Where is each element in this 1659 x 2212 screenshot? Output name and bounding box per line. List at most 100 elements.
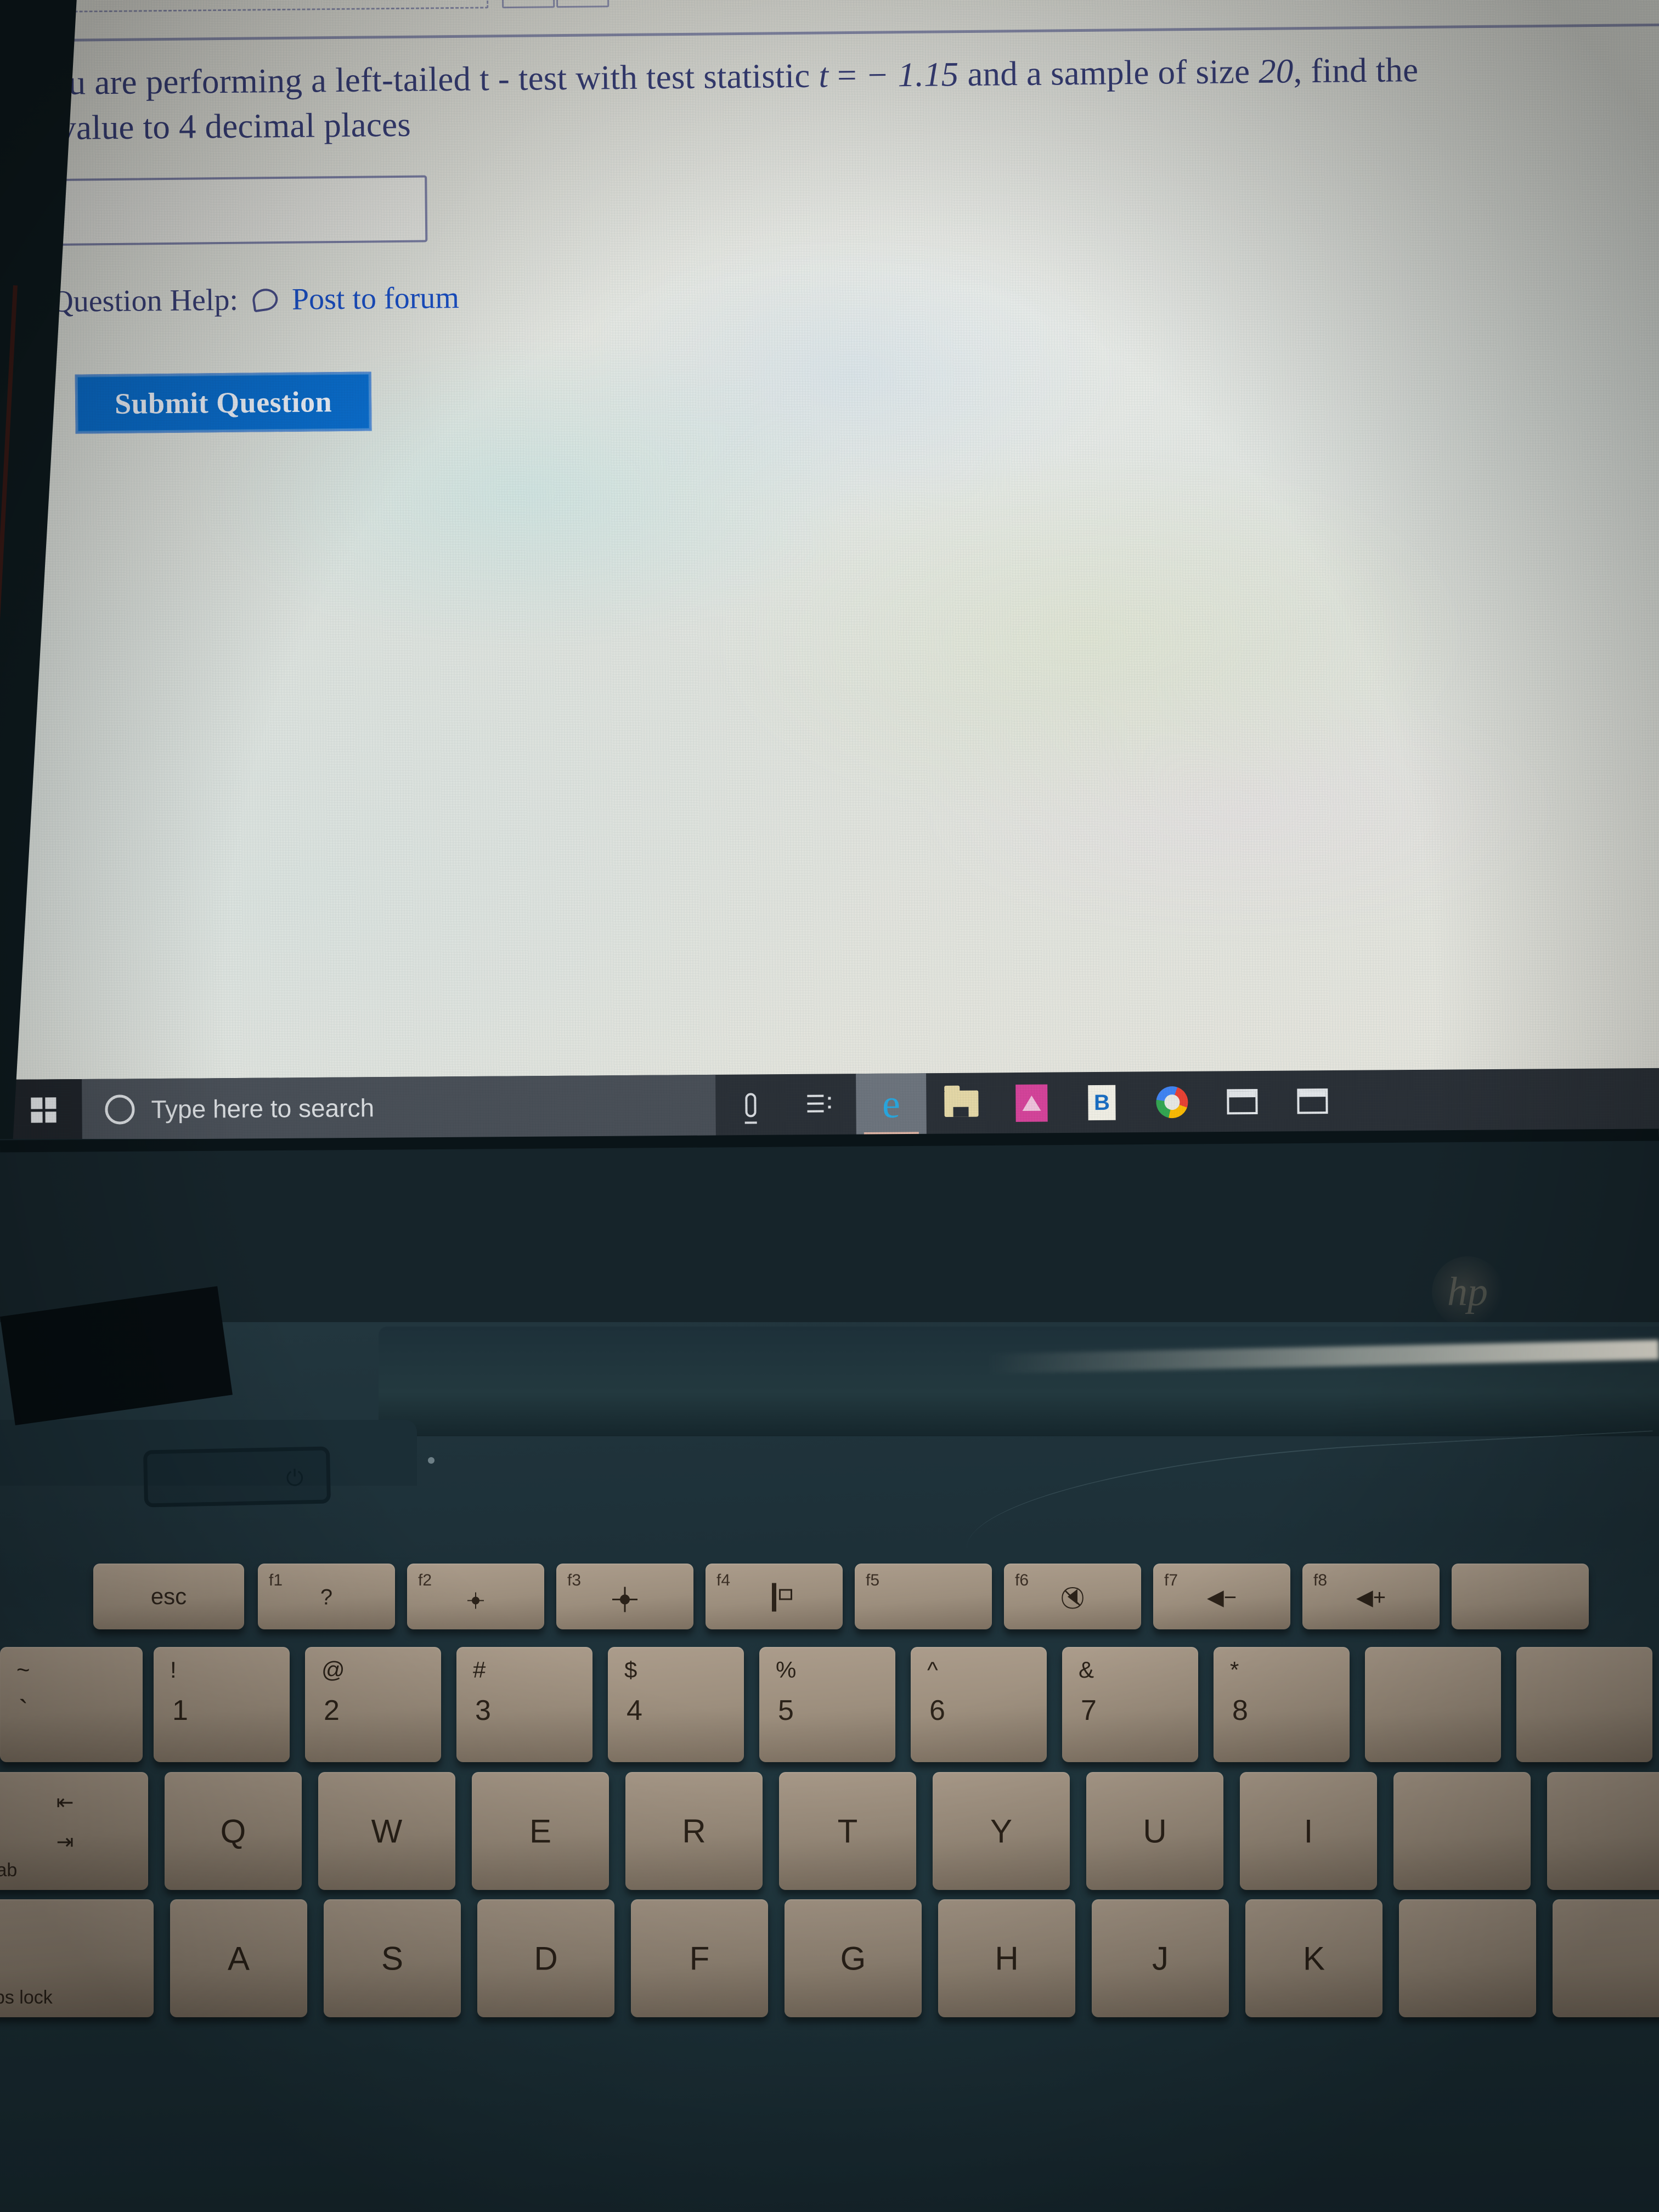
key-i[interactable]: I — [1240, 1772, 1377, 1890]
key-f1[interactable]: f1 ? — [258, 1564, 395, 1629]
key-h[interactable]: H — [938, 1899, 1075, 2017]
question-help-row: Question Help: Post to forum — [51, 280, 459, 319]
key-label: J — [1152, 1940, 1169, 1977]
file-explorer-icon[interactable] — [926, 1073, 997, 1135]
key-j[interactable]: J — [1092, 1899, 1229, 2017]
key-2[interactable]: @ 2 — [305, 1647, 441, 1762]
search-placeholder-text: Type here to search — [151, 1093, 375, 1124]
browser-chrome-strip — [0, 0, 1659, 30]
key-5[interactable]: % 5 — [759, 1647, 895, 1762]
key-f6[interactable]: f6 ⃠ — [1004, 1564, 1141, 1629]
key-u[interactable]: U — [1086, 1772, 1223, 1890]
chrome-small-box-2[interactable] — [556, 0, 610, 8]
key-fn-label: f2 — [418, 1571, 432, 1589]
laptop-photo: You are performing a left-tailed t - tes… — [0, 0, 1659, 2212]
mute-icon: ⃠ — [1068, 1585, 1077, 1610]
key-o[interactable] — [1393, 1772, 1531, 1890]
key-label: tab — [0, 1860, 18, 1881]
key-9[interactable] — [1365, 1647, 1501, 1762]
key-f8[interactable]: f8 ◀+ — [1302, 1564, 1440, 1629]
edge-icon[interactable]: e — [856, 1073, 927, 1136]
key-fn-label: f5 — [866, 1571, 880, 1589]
key-fn-label: f8 — [1313, 1571, 1328, 1589]
key-p[interactable] — [1547, 1772, 1659, 1890]
key-f3[interactable]: f3 — [556, 1564, 693, 1629]
taskbar-search-box[interactable]: Type here to search — [82, 1074, 716, 1141]
key-shifted-label: # — [473, 1657, 486, 1683]
microphone-icon[interactable] — [715, 1074, 786, 1136]
key-y[interactable]: Y — [933, 1772, 1070, 1890]
laptop-keyboard: esc f1 ? f2 f3 f4 f5 f6 ⃠ — [0, 1564, 1659, 2212]
key-t[interactable]: T — [779, 1772, 916, 1890]
google-chrome-icon[interactable] — [1137, 1071, 1207, 1133]
key-7[interactable]: & 7 — [1062, 1647, 1198, 1762]
key-shifted-label: $ — [624, 1657, 637, 1683]
key-f2[interactable]: f2 — [407, 1564, 544, 1629]
speech-bubble-icon — [251, 287, 279, 313]
laptop-hinge — [379, 1327, 1659, 1436]
submit-question-button[interactable]: Submit Question — [75, 371, 372, 434]
key-4[interactable]: $ 4 — [608, 1647, 744, 1762]
key-f5[interactable]: f5 — [855, 1564, 992, 1629]
key-q[interactable]: Q — [165, 1772, 302, 1890]
pink-app-icon[interactable] — [996, 1072, 1067, 1134]
key-f7[interactable]: f7 ◀− — [1153, 1564, 1290, 1629]
question-line2: p-value to 4 decimal places — [29, 105, 411, 148]
key-label: R — [682, 1813, 706, 1849]
question-text: You are performing a left-tailed t - tes… — [29, 46, 1582, 151]
key-3[interactable]: # 3 — [456, 1647, 592, 1762]
start-button[interactable] — [5, 1079, 82, 1141]
chrome-small-box-1[interactable] — [501, 0, 555, 9]
key-shifted-label: ! — [170, 1657, 177, 1683]
key-tab[interactable]: tab ⇤⇥ — [0, 1772, 148, 1890]
key-caps-lock[interactable]: caps lock — [0, 1899, 154, 2017]
key-esc[interactable]: esc — [93, 1564, 244, 1629]
key-label: esc — [150, 1583, 187, 1609]
window-app-icon-2[interactable] — [1277, 1070, 1348, 1132]
key-f[interactable]: F — [631, 1899, 768, 2017]
key-fn-label: f3 — [567, 1571, 582, 1589]
key-label: A — [227, 1940, 250, 1977]
laptop-screen: You are performing a left-tailed t - tes… — [0, 0, 1659, 1160]
key-label: H — [995, 1940, 1019, 1977]
window-app-icon-1[interactable] — [1207, 1071, 1278, 1133]
key-w[interactable]: W — [318, 1772, 455, 1890]
key-label: Y — [990, 1813, 1013, 1849]
key-g[interactable]: G — [785, 1899, 922, 2017]
key-backtick[interactable]: ~ ` — [0, 1647, 143, 1762]
screen-glare — [0, 0, 1659, 1160]
sample-size-value: 20 — [1258, 52, 1294, 91]
question-mark-icon: ? — [320, 1585, 333, 1610]
windows-logo-icon — [31, 1097, 57, 1123]
key-label: E — [529, 1813, 552, 1849]
key-label: K — [1302, 1940, 1325, 1977]
post-to-forum-link[interactable]: Post to forum — [292, 280, 460, 317]
key-0[interactable] — [1516, 1647, 1652, 1762]
key-base-label: 8 — [1232, 1695, 1248, 1726]
key-1[interactable]: ! 1 — [154, 1647, 290, 1762]
key-8[interactable]: * 8 — [1214, 1647, 1350, 1762]
key-f4[interactable]: f4 — [706, 1564, 843, 1629]
key-s[interactable]: S — [324, 1899, 461, 2017]
deck-indicator-dot — [428, 1457, 435, 1464]
key-e[interactable]: E — [472, 1772, 609, 1890]
key-6[interactable]: ^ 6 — [911, 1647, 1047, 1762]
taskbar-icon-group: e B — [715, 1070, 1348, 1136]
key-k[interactable]: K — [1245, 1899, 1383, 2017]
key-r[interactable]: R — [625, 1772, 763, 1890]
key-f9[interactable] — [1452, 1564, 1589, 1629]
t-symbol: t — [819, 56, 829, 95]
equals-sign: = — [828, 55, 866, 95]
key-shifted-label: @ — [321, 1657, 345, 1683]
blue-b-app-icon[interactable]: B — [1066, 1072, 1137, 1134]
key-fn-label: f7 — [1164, 1571, 1178, 1589]
power-speaker-icon[interactable]: ⏻ — [143, 1446, 331, 1508]
key-a[interactable]: A — [170, 1899, 307, 2017]
key-base-label: 7 — [1081, 1695, 1097, 1726]
task-view-icon[interactable] — [786, 1074, 856, 1136]
key-l[interactable] — [1399, 1899, 1536, 2017]
answer-input[interactable] — [48, 175, 428, 246]
key-semicolon[interactable] — [1553, 1899, 1659, 2017]
key-shifted-label: & — [1079, 1657, 1094, 1683]
key-d[interactable]: D — [477, 1899, 614, 2017]
